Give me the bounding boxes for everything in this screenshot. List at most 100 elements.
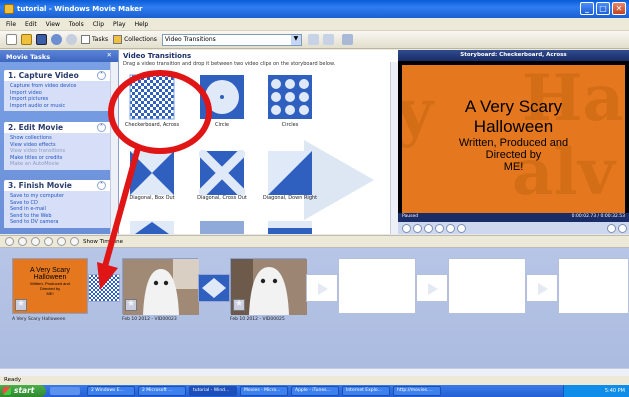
tasks-button[interactable]: Tasks	[81, 35, 108, 44]
save-project-icon[interactable]	[36, 34, 47, 45]
task-link[interactable]: Send to DV camera	[10, 219, 106, 226]
taskbar-item[interactable]: 2 Windows E...	[87, 386, 135, 396]
split-clip-button[interactable]	[618, 223, 627, 233]
forward-button[interactable]	[457, 223, 466, 233]
preview-controls	[398, 222, 629, 234]
zoom-out-icon[interactable]	[44, 237, 53, 246]
watermark-arrow	[304, 140, 374, 220]
tasks-icon	[81, 35, 90, 44]
chevron-up-icon[interactable]: ˄	[97, 123, 106, 132]
start-button[interactable]: start	[0, 385, 46, 397]
storyboard-transition[interactable]	[198, 274, 230, 302]
transition-circles[interactable]	[267, 74, 313, 120]
empty-clip-slot[interactable]	[448, 258, 526, 314]
menu-file[interactable]: File	[6, 21, 16, 28]
fullscreen-button[interactable]	[607, 223, 616, 233]
taskbar-item[interactable]: http://movies....	[393, 386, 441, 396]
chevron-up-icon[interactable]: ˄	[97, 71, 106, 80]
transition-diagonal-down-right[interactable]	[267, 150, 313, 196]
up-folder-icon[interactable]	[307, 34, 319, 45]
storyboard-clip[interactable]: A Very Scary Halloween Written, Produced…	[12, 258, 88, 314]
menu-play[interactable]: Play	[113, 21, 126, 28]
star-icon	[15, 299, 27, 311]
storyboard-clip[interactable]	[122, 258, 199, 315]
menu-help[interactable]: Help	[135, 21, 149, 28]
clip-label: A Very Scary Halloween	[12, 317, 66, 322]
taskbar-item[interactable]: Movies - Micro...	[240, 386, 288, 396]
transition-label: Diagonal, Cross Out	[197, 195, 247, 201]
star-icon	[125, 299, 137, 311]
task-link[interactable]: Make an AutoMovie	[10, 161, 106, 168]
taskbar-item[interactable]: tutorial - Wind...	[189, 386, 237, 396]
section-header[interactable]: 3. Finish Movie ˄	[4, 180, 112, 191]
taskbar-item[interactable]: Internet Explo...	[342, 386, 390, 396]
collections-combo[interactable]: Video Transitions ▼	[161, 33, 302, 46]
transition-item-partial[interactable]	[129, 220, 175, 234]
rewind-button[interactable]	[446, 223, 455, 233]
empty-transition-slot[interactable]	[526, 274, 558, 302]
close-button[interactable]: ✕	[612, 2, 626, 15]
quick-launch-icons[interactable]	[50, 387, 80, 395]
views-icon[interactable]	[341, 34, 353, 45]
transition-label: Circles	[281, 122, 299, 128]
new-project-icon[interactable]	[6, 34, 17, 45]
storyboard: A Very Scary Halloween Written, Produced…	[0, 248, 629, 376]
finish-movie-section: 3. Finish Movie ˄ Save to my computer Sav…	[4, 180, 112, 228]
toolbar: Tasks Collections Video Transitions ▼	[0, 31, 629, 49]
chevron-down-icon[interactable]: ▼	[290, 34, 301, 45]
transitions-title: Video Transitions	[123, 52, 192, 60]
maximize-button[interactable]: □	[596, 2, 610, 15]
narrate-icon[interactable]	[5, 237, 14, 246]
rewind-storyboard-icon[interactable]	[57, 237, 66, 246]
previous-frame-button[interactable]	[424, 223, 433, 233]
storyboard-transition[interactable]	[88, 274, 120, 302]
taskbar-item[interactable]: Apple - iTunes...	[291, 386, 339, 396]
play-storyboard-icon[interactable]	[70, 237, 79, 246]
playback-status: Paused	[402, 214, 419, 219]
undo-icon[interactable]	[51, 34, 62, 45]
chevron-up-icon[interactable]: ˄	[97, 181, 106, 190]
task-link[interactable]: Import audio or music	[10, 103, 106, 110]
transition-item-partial[interactable]	[199, 220, 245, 234]
audio-levels-icon[interactable]	[18, 237, 27, 246]
taskbar: start 2 Windows E... 2 Microsoft ... tut…	[0, 385, 629, 397]
clip-thumbnail-text: A Very Scary Halloween Written, Produced…	[29, 267, 71, 296]
new-folder-icon[interactable]	[322, 34, 334, 45]
diamond-icon	[130, 221, 174, 234]
stop-button[interactable]	[413, 223, 422, 233]
zoom-in-icon[interactable]	[31, 237, 40, 246]
transition-diagonal-cross-out[interactable]	[196, 147, 248, 199]
open-project-icon[interactable]	[21, 34, 32, 45]
transition-diagonal-box-out[interactable]	[129, 150, 175, 196]
next-frame-button[interactable]	[435, 223, 444, 233]
menu-clip[interactable]: Clip	[93, 21, 104, 28]
diagonal-down-right-icon	[268, 151, 312, 195]
redo-icon[interactable]	[66, 34, 77, 45]
preview-monitor: Storyboard: Checkerboard, Across y Ha al…	[398, 50, 629, 234]
empty-clip-slot[interactable]	[338, 258, 416, 314]
capture-video-section: 1. Capture Video ˄ Capture from video dev…	[4, 70, 112, 111]
star-icon	[233, 299, 245, 311]
minimize-button[interactable]: _	[580, 2, 594, 15]
storyboard-clip[interactable]	[230, 258, 307, 315]
empty-clip-slot[interactable]	[558, 258, 629, 314]
menu-tools[interactable]: Tools	[69, 21, 84, 28]
section-header[interactable]: 2. Edit Movie ˄	[4, 122, 112, 133]
show-timeline-button[interactable]: Show Timeline	[83, 239, 123, 245]
diagonal-cross-out-icon	[196, 147, 248, 199]
annotation-circle	[108, 70, 212, 154]
movie-tasks-pane: Movie Tasks ✕ 1. Capture Video ˄ Capture …	[0, 50, 118, 234]
empty-transition-slot[interactable]	[416, 274, 448, 302]
menu-view[interactable]: View	[46, 21, 60, 28]
transitions-scrollbar[interactable]	[390, 62, 398, 234]
menu-edit[interactable]: Edit	[25, 21, 37, 28]
section-header[interactable]: 1. Capture Video ˄	[4, 70, 112, 81]
storyboard-scrollbar[interactable]	[0, 368, 629, 376]
taskbar-item[interactable]: 2 Microsoft ...	[138, 386, 186, 396]
close-icon[interactable]: ✕	[107, 51, 112, 59]
collections-button[interactable]: Collections	[113, 35, 157, 44]
transitions-description: Drag a video transition and drop it betw…	[123, 61, 336, 67]
empty-transition-slot[interactable]	[306, 274, 338, 302]
transition-item-partial[interactable]	[267, 220, 313, 234]
play-button[interactable]	[402, 223, 411, 233]
